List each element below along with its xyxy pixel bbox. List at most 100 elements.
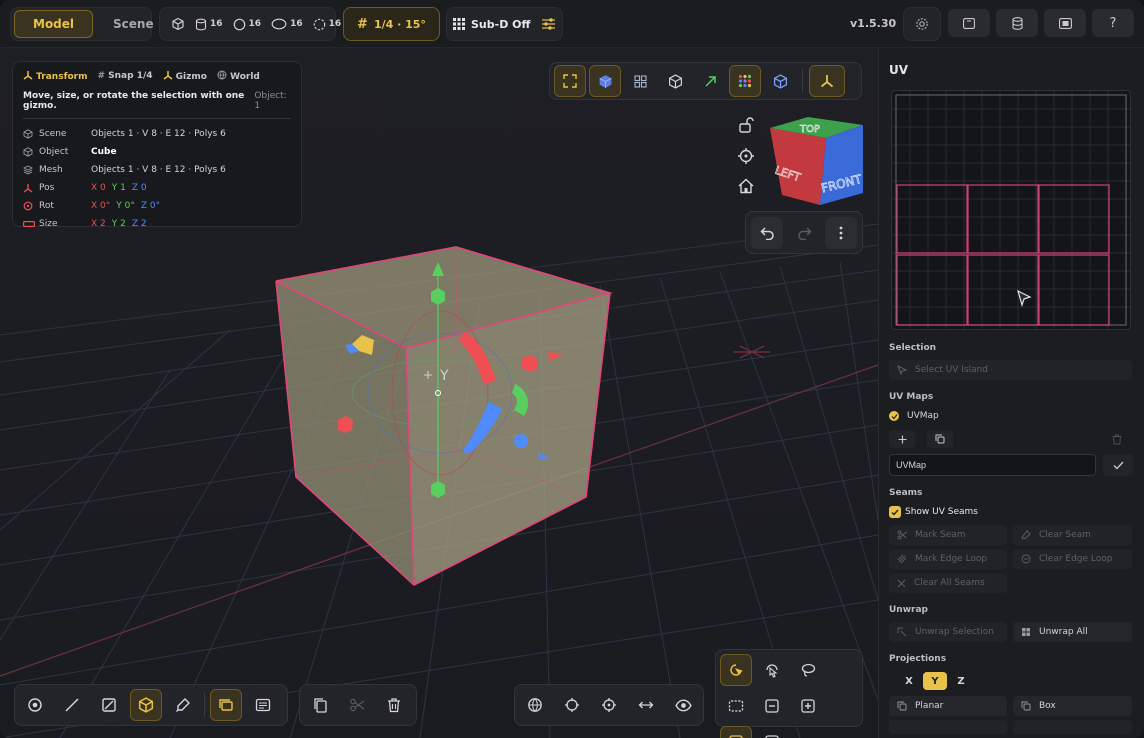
uvmap-item[interactable]: UVMap: [889, 411, 939, 421]
select-uv-island-button[interactable]: Select UV Island: [889, 360, 1132, 380]
cylindrical-projection-button[interactable]: [889, 720, 1007, 734]
more-options-button[interactable]: [825, 216, 857, 249]
layers-button[interactable]: [996, 9, 1038, 37]
duplicate-icon: [935, 434, 945, 444]
select-all-button[interactable]: [720, 726, 752, 738]
subd-toggle[interactable]: Sub-D Off: [471, 18, 530, 31]
edge-mode-button[interactable]: [56, 689, 88, 721]
undo-button[interactable]: [751, 216, 783, 249]
snap-target-button[interactable]: [593, 689, 625, 721]
add-uvmap-button[interactable]: [889, 430, 915, 448]
subtract-selection-button[interactable]: [756, 690, 788, 722]
projection-axis-group: X Y Z: [897, 672, 973, 690]
subd-settings-button[interactable]: [542, 18, 556, 30]
info-description: Move, size, or rotate the selection with…: [23, 91, 245, 111]
object-mode-button[interactable]: [130, 689, 162, 721]
paint-select-button[interactable]: [756, 654, 788, 686]
duplicate-uvmap-button[interactable]: [927, 430, 953, 448]
lock-view-button[interactable]: [737, 116, 757, 136]
selection-section-title: Selection: [889, 343, 937, 353]
delete-button[interactable]: [378, 689, 410, 721]
visibility-button[interactable]: [667, 689, 699, 721]
lasso-select-button[interactable]: [792, 654, 824, 686]
navigation-cube[interactable]: TOP LEFT FRONT: [770, 117, 864, 205]
uv-editor[interactable]: [891, 90, 1131, 330]
pos-label: Pos: [39, 183, 55, 193]
stat-sphere[interactable]: 16: [233, 18, 261, 31]
mirror-button[interactable]: [630, 689, 662, 721]
clear-all-seams-button[interactable]: Clear All Seams: [889, 573, 1007, 593]
axis-x-button[interactable]: X: [897, 672, 921, 690]
spherical-projection-button[interactable]: [1013, 720, 1132, 734]
film-button[interactable]: [1044, 9, 1086, 37]
unwrap-selection-button[interactable]: Unwrap Selection: [889, 622, 1007, 642]
add-selection-button[interactable]: [792, 690, 824, 722]
box-icon: [1021, 701, 1031, 711]
stat-cylinder[interactable]: 16: [195, 18, 223, 31]
vertex-mode-button[interactable]: [19, 689, 51, 721]
scene-value: Objects 1 · V 8 · E 12 · Polys 6: [91, 129, 226, 139]
axis-z-button[interactable]: Z: [949, 672, 973, 690]
confirm-uvmap-button[interactable]: [1103, 454, 1133, 476]
axis-y-button[interactable]: Y: [923, 672, 947, 690]
more-vertical-icon: [839, 226, 843, 239]
global-space-button[interactable]: [519, 689, 551, 721]
unwrap-cursor-icon: [897, 627, 907, 637]
pen-icon: [176, 698, 190, 712]
duplicate-view-button[interactable]: [210, 689, 242, 721]
show-uv-seams-checkbox[interactable]: Show UV Seams: [889, 506, 978, 518]
island-select-icon: [897, 365, 907, 375]
mark-seam-button[interactable]: Mark Seam: [889, 525, 1007, 545]
pen-tool-button[interactable]: [167, 689, 199, 721]
copy-button[interactable]: [304, 689, 336, 721]
delete-uvmap-button[interactable]: [1107, 430, 1127, 448]
tweak-select-button[interactable]: [720, 654, 752, 686]
deselect-button[interactable]: [756, 726, 788, 738]
settings-button[interactable]: [903, 7, 941, 41]
material-button[interactable]: [764, 65, 796, 97]
stat-torus-count: 16: [290, 19, 303, 29]
rot-y: Y 0°: [116, 201, 135, 211]
solid-shading-button[interactable]: [589, 65, 621, 97]
mode-model-button[interactable]: Model: [14, 10, 94, 38]
box-select-button[interactable]: [720, 690, 752, 722]
clear-edge-loop-button[interactable]: Clear Edge Loop: [1013, 549, 1132, 569]
unwrap-all-button[interactable]: Unwrap All: [1013, 622, 1132, 642]
scissors-small-icon: [897, 530, 907, 540]
nav-cube-top[interactable]: TOP: [799, 124, 821, 136]
snap-button[interactable]: # 1/4 · 15°: [343, 7, 440, 41]
uv-islands[interactable]: [896, 184, 1110, 326]
pivot-button[interactable]: [556, 689, 588, 721]
box-projection-button[interactable]: Box: [1013, 696, 1132, 716]
home-view-button[interactable]: [737, 177, 757, 197]
panel-layout-button[interactable]: [948, 9, 990, 37]
planar-projection-button[interactable]: Planar: [889, 696, 1007, 716]
gizmo-toggle-button[interactable]: [809, 65, 845, 97]
stat-cylinder-count: 16: [210, 19, 223, 29]
wireframe-button[interactable]: [659, 65, 691, 97]
palette-button[interactable]: [729, 65, 761, 97]
stat-cube[interactable]: [171, 17, 185, 31]
frame-selection-button[interactable]: [554, 65, 586, 97]
grid-view-button[interactable]: [624, 65, 656, 97]
show-uv-seams-label: Show UV Seams: [905, 507, 978, 517]
face-mode-button[interactable]: [93, 689, 125, 721]
transform-arrow-button[interactable]: [694, 65, 726, 97]
cut-button[interactable]: [341, 689, 373, 721]
eye-icon: [674, 698, 692, 712]
properties-button[interactable]: [247, 689, 279, 721]
space-tag-label: World: [230, 72, 260, 82]
uvmap-name-input[interactable]: [889, 454, 1096, 476]
help-button[interactable]: ?: [1092, 9, 1134, 37]
stat-circle[interactable]: 16: [313, 18, 341, 31]
mesh-label: Mesh: [39, 165, 63, 175]
object-value: Cube: [91, 147, 117, 157]
mark-edge-loop-button[interactable]: Mark Edge Loop: [889, 549, 1007, 569]
stat-torus[interactable]: 16: [271, 18, 303, 30]
redo-button[interactable]: [788, 217, 820, 249]
info-row-rot: Rot X 0° Y 0° Z 0°: [23, 197, 291, 215]
info-header: Transform # Snap 1/4 Gizmo World: [23, 70, 291, 82]
clear-seam-button[interactable]: Clear Seam: [1013, 525, 1132, 545]
focus-button[interactable]: [737, 147, 757, 167]
pos-z: Z 0: [131, 183, 147, 193]
